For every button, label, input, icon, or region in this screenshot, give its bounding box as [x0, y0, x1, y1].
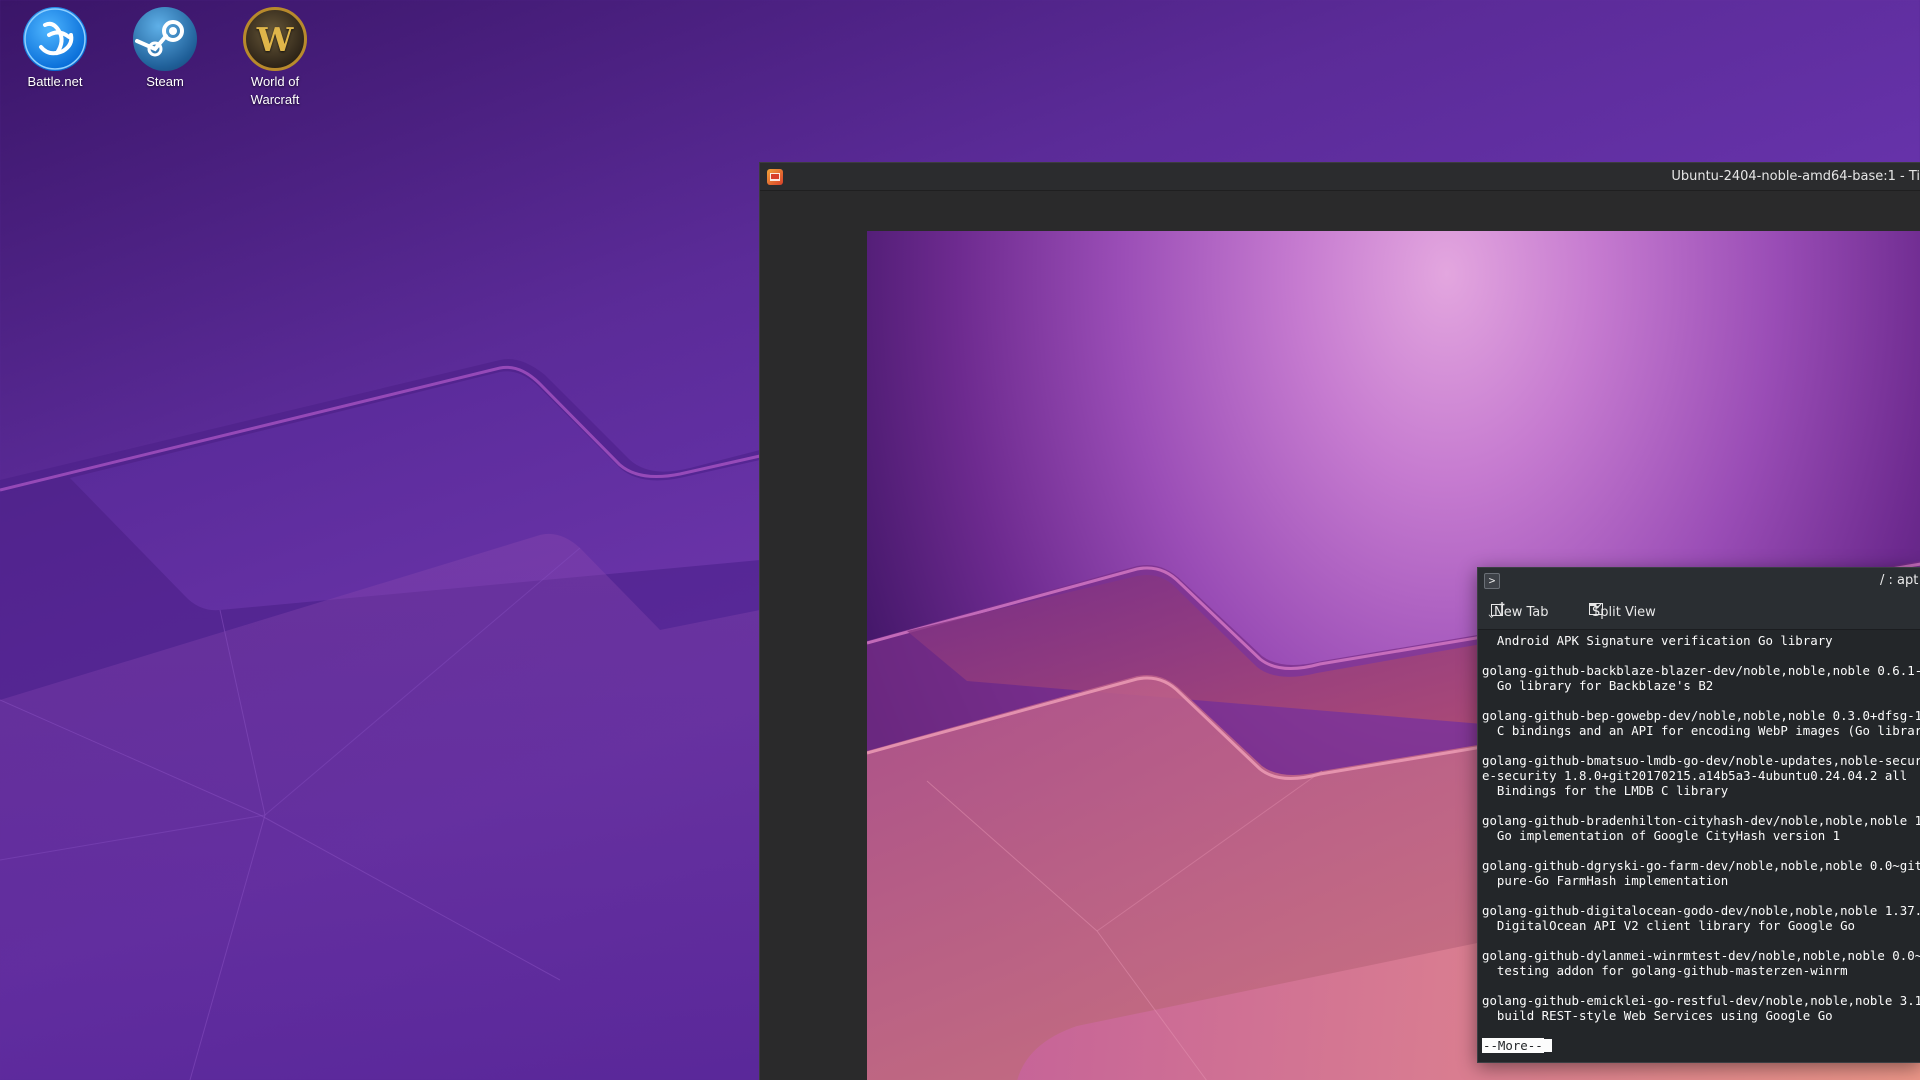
terminal-line: golang-github-backblaze-blazer-dev/noble… — [1482, 663, 1920, 678]
terminal-line: Go library for Backblaze's B2 — [1482, 678, 1714, 693]
vm-window-title: Ubuntu-2404-noble-amd64-base:1 - Ti — [1671, 169, 1920, 184]
konsole-window[interactable]: > / : apt — Konsole New Tab — [1477, 567, 1920, 1063]
desktop-icon-world-of-warcraft[interactable]: W World of Warcraft — [225, 1, 325, 109]
terminal-line: Bindings for the LMDB C library — [1482, 783, 1729, 798]
terminal-line: golang-github-bmatsuo-lmdb-go-dev/noble-… — [1482, 753, 1920, 768]
terminal-line: golang-github-emicklei-go-restful-dev/no… — [1482, 993, 1920, 1008]
battlenet-icon — [23, 7, 87, 71]
terminal-line: build REST-style Web Services using Goog… — [1482, 1008, 1833, 1023]
steam-icon — [133, 7, 197, 71]
new-tab-button[interactable]: New Tab — [1488, 601, 1553, 623]
terminal-line: testing addon for golang-github-masterze… — [1482, 963, 1848, 978]
svg-text:W: W — [256, 20, 294, 59]
terminal-line: golang-github-digitalocean-godo-dev/nobl… — [1482, 903, 1920, 918]
terminal-line: golang-github-bradenhilton-cityhash-dev/… — [1482, 813, 1920, 828]
terminal-line: C bindings and an API for encoding WebP … — [1482, 723, 1920, 738]
vm-app-icon — [767, 169, 783, 185]
split-view-button[interactable]: Split View — [1588, 601, 1660, 623]
terminal-line: golang-github-dgryski-go-farm-dev/noble,… — [1482, 858, 1920, 873]
desktop-icon-label: World of Warcraft — [250, 74, 300, 107]
desktop-icon-label: Steam — [146, 74, 184, 89]
pager-prompt-line: --More-- — [1482, 1038, 1920, 1053]
terminal-icon: > — [1484, 573, 1500, 589]
konsole-toolbar: New Tab Split View — [1478, 594, 1920, 630]
desktop-icon-battlenet[interactable]: Battle.net — [5, 1, 105, 91]
chevron-down-icon[interactable] — [1592, 601, 1602, 611]
terminal-cursor — [1543, 1039, 1552, 1052]
pager-more-prompt: --More-- — [1482, 1038, 1544, 1053]
vm-guest-screen[interactable]: > / : apt — Konsole New Tab — [867, 231, 1920, 1080]
terminal-line: e-security 1.8.0+git20170215.a14b5a3-4ub… — [1482, 768, 1908, 783]
terminal-line: DigitalOcean API V2 client library for G… — [1482, 918, 1855, 933]
world-of-warcraft-icon: W — [243, 7, 307, 71]
konsole-title: / : apt — Konsole — [1880, 573, 1920, 588]
konsole-titlebar[interactable]: > / : apt — Konsole — [1478, 568, 1920, 594]
chevron-down-icon — [1488, 614, 1495, 618]
terminal-line: pure-Go FarmHash implementation — [1482, 873, 1729, 888]
vm-titlebar[interactable]: Ubuntu-2404-noble-amd64-base:1 - Ti — [760, 163, 1920, 191]
vm-viewer-window[interactable]: Ubuntu-2404-noble-amd64-base:1 - Ti > / … — [759, 162, 1920, 1080]
terminal-line: Go implementation of Google CityHash ver… — [1482, 828, 1841, 843]
desktop-icon-steam[interactable]: Steam — [115, 1, 215, 91]
terminal-output[interactable]: Android APK Signature verification Go li… — [1478, 630, 1920, 1062]
terminal-line: golang-github-dylanmei-winrmtest-dev/nob… — [1482, 948, 1920, 963]
desktop-icon-label: Battle.net — [27, 74, 83, 89]
terminal-line: Android APK Signature verification Go li… — [1482, 633, 1833, 648]
terminal-line: golang-github-bep-gowebp-dev/noble,noble… — [1482, 708, 1920, 723]
